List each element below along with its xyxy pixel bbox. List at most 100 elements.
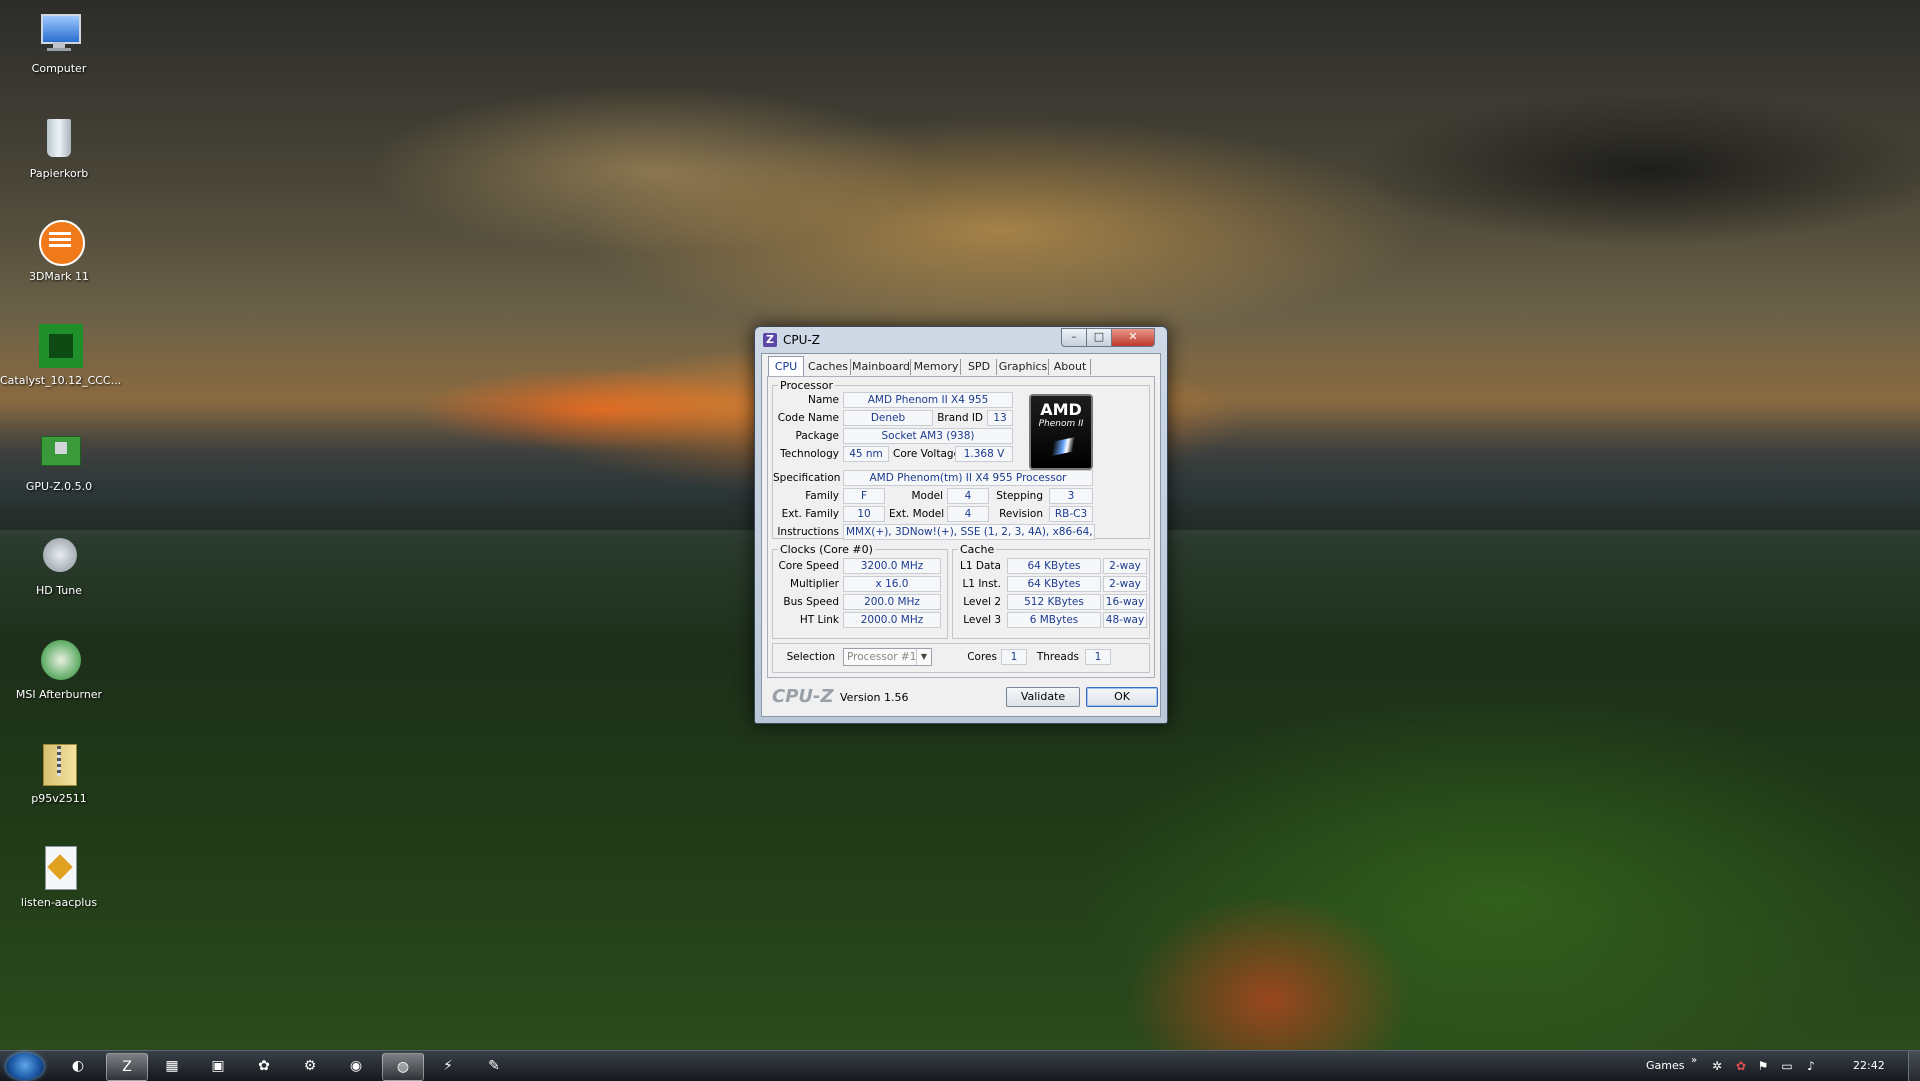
cache-row-size: 6 MBytes (1007, 612, 1101, 628)
family-label: Family (805, 490, 839, 502)
desktop-icon-gpuz[interactable]: GPU-Z.0.5.0 (0, 428, 118, 493)
desktop-icon-afterburner[interactable]: MSI Afterburner (0, 636, 118, 701)
extmodel-value: 4 (947, 506, 989, 522)
desktop-icon-computer[interactable]: Computer (0, 10, 118, 75)
desktop-icon-label: 3DMark 11 (28, 270, 90, 283)
extmodel-label: Ext. Model (889, 508, 945, 520)
cache-row-size: 64 KBytes (1007, 558, 1101, 574)
codename-value: Deneb (843, 410, 933, 426)
desktop-icon-catalyst[interactable]: Catalyst_10.12_CCC... (0, 322, 121, 387)
network-icon[interactable]: ▭ (1780, 1059, 1794, 1073)
corespeed-value: 3200.0 MHz (843, 558, 941, 574)
minimize-button[interactable]: – (1061, 328, 1087, 347)
toolbar-games[interactable]: Games (1646, 1059, 1684, 1072)
taskbar-item-winamp[interactable]: ⚡ (428, 1053, 468, 1079)
desktop-icon-label: Papierkorb (29, 167, 89, 180)
taskbar-item-firefox[interactable]: ◍ (382, 1053, 424, 1081)
tab-graphics[interactable]: Graphics (998, 359, 1049, 375)
taskbar-item-red-app[interactable]: ✿ (244, 1053, 284, 1079)
volume-icon[interactable]: ♪ (1804, 1059, 1818, 1073)
action-center-flag-icon[interactable]: ⚑ (1756, 1059, 1770, 1073)
afterburner-icon (35, 636, 83, 684)
processor-group-title: Processor (778, 379, 835, 392)
show-desktop-button[interactable] (1908, 1051, 1920, 1081)
close-button[interactable]: ✕ (1111, 328, 1155, 347)
htlink-value: 2000.0 MHz (843, 612, 941, 628)
tray-network-tool-icon[interactable]: ✲ (1710, 1059, 1724, 1073)
threads-label: Threads (1036, 651, 1079, 663)
desktop-icon-label: GPU-Z.0.5.0 (25, 480, 93, 493)
cache-group: Cache L1 Data 64 KBytes 2-way L1 Inst. 6… (952, 543, 1150, 639)
window-footer: CPU-Z Version 1.56 Validate OK (768, 684, 1158, 710)
amd-phenom-logo: AMD Phenom II (1029, 394, 1093, 470)
desktop-icon-listen-aacplus[interactable]: listen-aacplus (0, 844, 118, 909)
tab-cpu[interactable]: CPU (768, 356, 804, 377)
family-value: F (843, 488, 885, 504)
voltage-label: Core Voltage (893, 448, 961, 460)
logo-text-phenom: Phenom II (1038, 419, 1084, 429)
cpuz-icon: Z (122, 1059, 132, 1075)
cache-row-size: 512 KBytes (1007, 594, 1101, 610)
taskbar-item-chrome[interactable]: ◉ (336, 1053, 376, 1079)
hdtune-icon (35, 532, 83, 580)
ok-button[interactable]: OK (1086, 687, 1158, 707)
taskbar-item-pdf[interactable]: ✎ (474, 1053, 514, 1079)
system-clock[interactable]: 22:42 (1853, 1059, 1885, 1072)
task-manager-icon: ▣ (211, 1058, 225, 1074)
taskbar: ◐ Z ▦ ▣ ✿ ⚙ ◉ ◍ ⚡ ✎ Games » ✲ ✿ ⚑ ▭ ♪ 22… (0, 1050, 1920, 1081)
maximize-button[interactable]: □ (1086, 328, 1112, 347)
taskbar-item-steam[interactable]: ⚙ (290, 1053, 330, 1079)
desktop-icon-hdtune[interactable]: HD Tune (0, 532, 118, 597)
gpuz-icon (35, 428, 83, 476)
tab-memory[interactable]: Memory (912, 359, 961, 375)
firefox-icon: ◍ (396, 1059, 410, 1075)
tab-about[interactable]: About (1050, 359, 1091, 375)
extfamily-value: 10 (843, 506, 885, 522)
recycle-bin-icon (35, 115, 83, 163)
corespeed-label: Core Speed (778, 560, 839, 572)
tab-caches[interactable]: Caches (806, 359, 851, 375)
codename-label: Code Name (777, 412, 839, 424)
tab-spd[interactable]: SPD (962, 359, 997, 375)
desktop-icon-recycle-bin[interactable]: Papierkorb (0, 115, 118, 180)
package-value: Socket AM3 (938) (843, 428, 1013, 444)
cache-row-label: Level 3 (963, 614, 1001, 626)
cache-row-way: 16-way (1103, 594, 1147, 610)
calculator-icon: ▦ (165, 1058, 179, 1074)
cpuz-brand-text: CPU-Z (772, 686, 834, 707)
cores-label: Cores (967, 651, 997, 663)
instructions-value: MMX(+), 3DNow!(+), SSE (1, 2, 3, 4A), x8… (843, 524, 1095, 540)
desktop-icon-3dmark[interactable]: 3DMark 11 (0, 218, 118, 283)
taskbar-item-app1[interactable]: ◐ (58, 1053, 98, 1079)
taskbar-item-cpuz[interactable]: Z (106, 1053, 148, 1081)
tab-mainboard[interactable]: Mainboard (852, 359, 911, 375)
taskbar-item-calculator[interactable]: ▦ (152, 1053, 192, 1079)
cache-row-way: 48-way (1103, 612, 1147, 628)
catalyst-icon (35, 322, 83, 370)
stepping-label: Stepping (996, 490, 1043, 502)
validate-button[interactable]: Validate (1006, 687, 1080, 707)
tray-red-app-icon[interactable]: ✿ (1734, 1059, 1748, 1073)
toolbar-chevron[interactable]: » (1691, 1055, 1697, 1066)
desktop-icon-p95[interactable]: p95v2511 (0, 740, 118, 805)
taskbar-item-task-manager[interactable]: ▣ (198, 1053, 238, 1079)
shortcut-file-icon (35, 844, 83, 892)
selection-label: Selection (786, 651, 835, 663)
cache-group-title: Cache (958, 543, 997, 556)
threads-value: 1 (1085, 649, 1111, 665)
window-client: CPU Caches Mainboard Memory SPD Graphics… (761, 353, 1161, 717)
revision-label: Revision (999, 508, 1043, 520)
window-titlebar[interactable]: Z CPU-Z – □ ✕ (755, 327, 1167, 353)
revision-value: RB-C3 (1049, 506, 1093, 522)
clocks-group: Clocks (Core #0) Core Speed 3200.0 MHz M… (772, 543, 948, 639)
start-button[interactable] (6, 1053, 44, 1080)
multiplier-label: Multiplier (790, 578, 839, 590)
3dmark-icon (35, 218, 85, 266)
model-value: 4 (947, 488, 989, 504)
stepping-value: 3 (1049, 488, 1093, 504)
chrome-icon: ◉ (349, 1058, 363, 1074)
brandid-value: 13 (987, 410, 1013, 426)
htlink-label: HT Link (799, 614, 839, 626)
cpu-tab-panel: Processor Name AMD Phenom II X4 955 Code… (767, 376, 1155, 678)
processor-select[interactable]: Processor #1 ▼ (843, 648, 932, 666)
